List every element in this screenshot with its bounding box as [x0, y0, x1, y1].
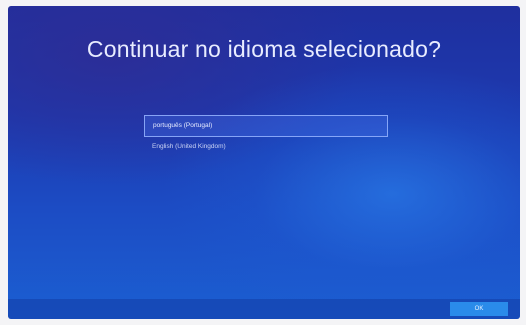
- page-title: Continuar no idioma selecionado?: [86, 36, 442, 62]
- ok-button[interactable]: OK: [450, 302, 508, 316]
- language-option[interactable]: English (United Kingdom): [144, 139, 388, 155]
- photo-frame: Continuar no idioma selecionado? portugu…: [0, 0, 526, 325]
- setup-screen: Continuar no idioma selecionado? portugu…: [8, 6, 520, 319]
- language-option-selected[interactable]: português (Portugal): [144, 115, 388, 137]
- footer-bar: OK: [8, 299, 520, 319]
- language-list: português (Portugal) English (United Kin…: [144, 115, 388, 155]
